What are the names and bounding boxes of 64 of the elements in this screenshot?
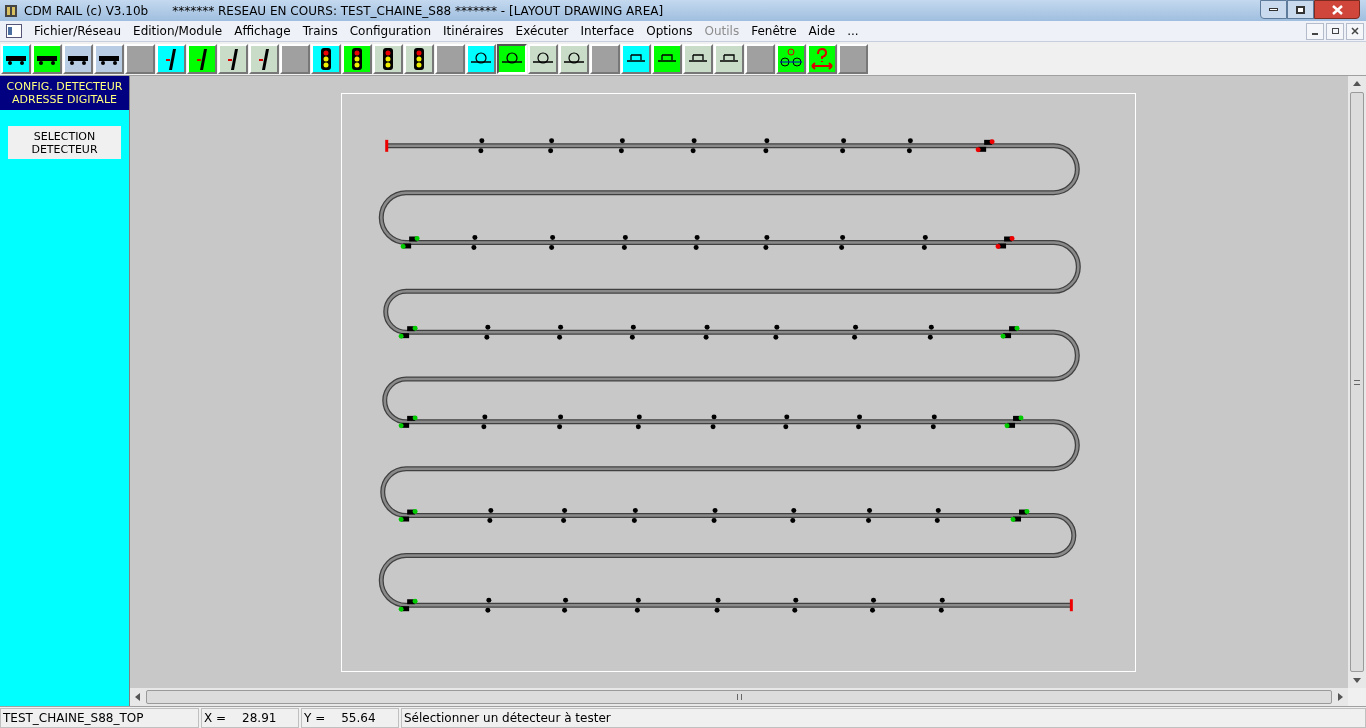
signal-icon bbox=[414, 47, 424, 70]
blank-tool-button[interactable] bbox=[745, 43, 775, 74]
menu-item[interactable]: Exécuter bbox=[509, 22, 575, 40]
menu-item[interactable]: Edition/Module bbox=[127, 22, 229, 40]
x-value: 28.91 bbox=[242, 709, 277, 727]
menu-item[interactable]: Fichier/Réseau bbox=[28, 22, 128, 40]
menu-item[interactable]: Interface bbox=[574, 22, 641, 40]
minimize-button[interactable] bbox=[1260, 0, 1287, 19]
up-arrow-icon[interactable] bbox=[1352, 79, 1362, 89]
header-text: CONFIG. DETECTEUR bbox=[6, 80, 123, 93]
status-message: Sélectionner un détecteur à tester bbox=[401, 707, 1366, 728]
window-title: CDM RAIL (c) V3.10b bbox=[24, 2, 149, 20]
detector-icon bbox=[470, 50, 492, 67]
turnout-icon bbox=[257, 47, 271, 70]
close-icon bbox=[1351, 27, 1359, 35]
platform-icon bbox=[657, 53, 677, 64]
document-title: ******* RESEAU EN COURS: TEST_CHAINE_S88 ******* - [LAYOUT DRAWING AREA] bbox=[172, 2, 664, 20]
blank-tool-button[interactable] bbox=[280, 43, 310, 74]
blank-tool-button[interactable] bbox=[125, 43, 155, 74]
turnout-icon bbox=[195, 47, 209, 70]
platform-icon bbox=[688, 53, 708, 64]
x-label: X = bbox=[204, 709, 227, 727]
detector-icon bbox=[563, 50, 585, 67]
mdi-minimize-button[interactable] bbox=[1306, 22, 1324, 40]
menu-item[interactable]: Fenêtre bbox=[745, 22, 803, 40]
blank-tool-button[interactable] bbox=[590, 43, 620, 74]
wheels-icon bbox=[779, 47, 803, 70]
blank-tool-button[interactable] bbox=[838, 43, 868, 74]
question-arrow-icon bbox=[810, 47, 834, 70]
menu-item[interactable]: Trains bbox=[296, 22, 344, 40]
horizontal-scrollbar[interactable] bbox=[130, 688, 1348, 706]
close-icon bbox=[1331, 4, 1343, 15]
menu-item[interactable]: Itinéraires bbox=[437, 22, 510, 40]
maximize-button[interactable] bbox=[1287, 0, 1314, 19]
menu-item[interactable]: Aide bbox=[802, 22, 842, 40]
mdi-close-button[interactable] bbox=[1346, 22, 1364, 40]
menu-item[interactable]: ... bbox=[841, 22, 865, 40]
close-button[interactable] bbox=[1314, 0, 1360, 19]
menu-item[interactable]: Options bbox=[640, 22, 699, 40]
detector-icon bbox=[532, 50, 554, 67]
document-icon bbox=[6, 24, 22, 38]
detector-icon bbox=[501, 50, 523, 67]
select-detector-button[interactable]: SELECTION DETECTEUR bbox=[8, 126, 121, 159]
header-text: ADRESSE DIGITALE bbox=[12, 93, 117, 106]
down-arrow-icon[interactable] bbox=[1352, 675, 1362, 685]
layout-name-field: TEST_CHAINE_S88_TOP bbox=[0, 707, 199, 728]
y-value: 55.64 bbox=[341, 709, 376, 727]
app-icon bbox=[4, 3, 18, 18]
tool-button[interactable] bbox=[497, 43, 527, 74]
left-arrow-icon[interactable] bbox=[133, 692, 143, 702]
signal-icon bbox=[352, 47, 362, 70]
platform-icon bbox=[626, 53, 646, 64]
menu-item[interactable]: Affichage bbox=[228, 22, 297, 40]
right-arrow-icon[interactable] bbox=[1335, 692, 1345, 702]
turnout-icon bbox=[226, 47, 240, 70]
turnout-icon bbox=[164, 47, 178, 70]
platform-icon bbox=[719, 53, 739, 64]
signal-icon bbox=[321, 47, 331, 70]
y-label: Y = bbox=[304, 709, 326, 727]
menu-item[interactable]: Configuration bbox=[343, 22, 438, 40]
signal-icon bbox=[383, 47, 393, 70]
mdi-restore-button[interactable] bbox=[1326, 22, 1344, 40]
vertical-scrollbar[interactable] bbox=[1348, 76, 1366, 688]
blank-tool-button[interactable] bbox=[435, 43, 465, 74]
